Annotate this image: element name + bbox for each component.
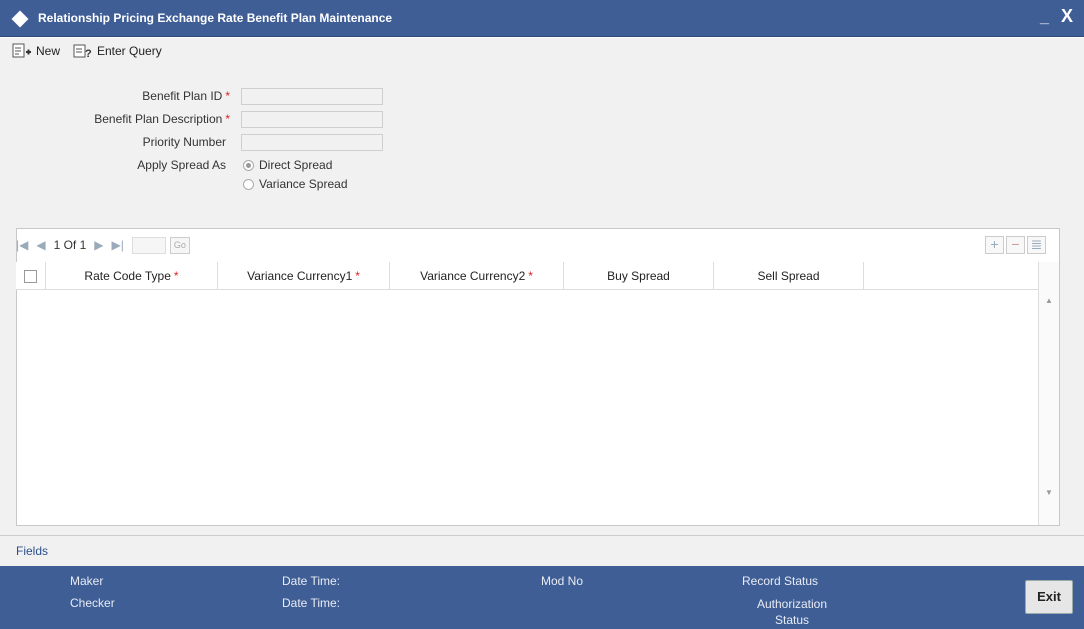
column-header-variance-currency1: Variance Currency1 * — [218, 262, 390, 290]
page-indicator: 1 Of 1 — [53, 238, 87, 252]
scroll-down-icon[interactable]: ▼ — [1045, 488, 1053, 497]
last-page-icon[interactable]: ▶| — [112, 238, 124, 252]
benefit-plan-id-label: Benefit Plan ID * — [142, 89, 230, 103]
single-view-icon[interactable]: ≣ — [1027, 236, 1046, 254]
add-row-icon[interactable]: + — [985, 236, 1004, 254]
grid-header: Rate Code Type * Variance Currency1 * Vari… — [16, 262, 1038, 290]
column-header-buy-spread: Buy Spread — [564, 262, 714, 290]
enter-query-button[interactable]: ? Enter Query — [73, 43, 162, 59]
audit-footer: Maker Checker Date Time: Date Time: Mod … — [0, 566, 1084, 629]
variance-spread-radio[interactable]: Variance Spread — [243, 177, 348, 191]
enter-query-icon: ? — [73, 44, 92, 59]
column-header-filler — [864, 262, 1038, 290]
select-all-checkbox-cell — [16, 262, 46, 290]
goto-page-input[interactable] — [131, 236, 166, 254]
checker-label: Checker — [70, 596, 115, 610]
delete-row-icon[interactable]: − — [1006, 236, 1025, 254]
variance-spread-label: Variance Spread — [259, 177, 348, 191]
grid-panel: |◀ ◀ 1 Of 1 ▶ ▶| Go + − ≣ Rate Code Type… — [0, 204, 1084, 535]
grid-scrollbar[interactable]: ▲ ▼ — [1038, 262, 1059, 525]
go-button[interactable]: Go — [169, 236, 190, 254]
direct-spread-label: Direct Spread — [259, 158, 333, 172]
column-header-rate-code-type: Rate Code Type * — [46, 262, 218, 290]
exit-button[interactable]: Exit — [1025, 580, 1073, 614]
maker-label: Maker — [70, 574, 104, 588]
svg-text:?: ? — [85, 48, 92, 59]
priority-number-label: Priority Number — [142, 135, 226, 149]
priority-number-input[interactable] — [241, 134, 383, 151]
window-title: Relationship Pricing Exchange Rate Benef… — [38, 11, 393, 25]
maker-date-time-label: Date Time: — [282, 574, 341, 588]
benefit-plan-description-label: Benefit Plan Description * — [94, 112, 230, 126]
enter-query-label: Enter Query — [97, 44, 162, 58]
mod-no-label: Mod No — [541, 574, 584, 588]
previous-page-icon[interactable]: ◀ — [36, 238, 45, 252]
new-button[interactable]: New — [12, 43, 60, 59]
fields-bar: Fields — [0, 535, 1084, 566]
checker-date-time-label: Date Time: — [282, 596, 341, 610]
toolbar: New ? Enter Query — [0, 38, 1084, 64]
app-diamond-icon — [11, 10, 29, 28]
new-button-label: New — [36, 44, 61, 58]
record-status-label: Record Status — [742, 574, 819, 588]
radio-selected-icon — [243, 159, 254, 171]
radio-unselected-icon — [243, 178, 254, 190]
close-button[interactable]: X — [1061, 6, 1073, 27]
new-record-icon — [12, 43, 31, 58]
grid-pagination: |◀ ◀ 1 Of 1 ▶ ▶| Go — [16, 234, 190, 256]
minimize-button[interactable]: _ — [1040, 9, 1049, 27]
scroll-up-icon[interactable]: ▲ — [1045, 296, 1053, 305]
grid-tools: + − ≣ — [983, 236, 1046, 254]
direct-spread-radio[interactable]: Direct Spread — [243, 158, 332, 172]
fields-link[interactable]: Fields — [16, 544, 48, 558]
first-page-icon[interactable]: |◀ — [16, 238, 28, 252]
form-area: Benefit Plan ID * Benefit Plan Descriptio… — [0, 64, 1084, 204]
benefit-plan-description-input[interactable] — [241, 111, 383, 128]
apply-spread-as-label: Apply Spread As — [137, 158, 226, 172]
benefit-plan-id-input[interactable] — [241, 88, 383, 105]
authorization-status-label: Authorization Status — [756, 597, 828, 627]
column-header-variance-currency2: Variance Currency2 * — [390, 262, 564, 290]
window-titlebar: Relationship Pricing Exchange Rate Benef… — [0, 0, 1084, 37]
next-page-icon[interactable]: ▶ — [94, 238, 103, 252]
select-all-checkbox[interactable] — [24, 270, 37, 284]
column-header-sell-spread: Sell Spread — [714, 262, 864, 290]
